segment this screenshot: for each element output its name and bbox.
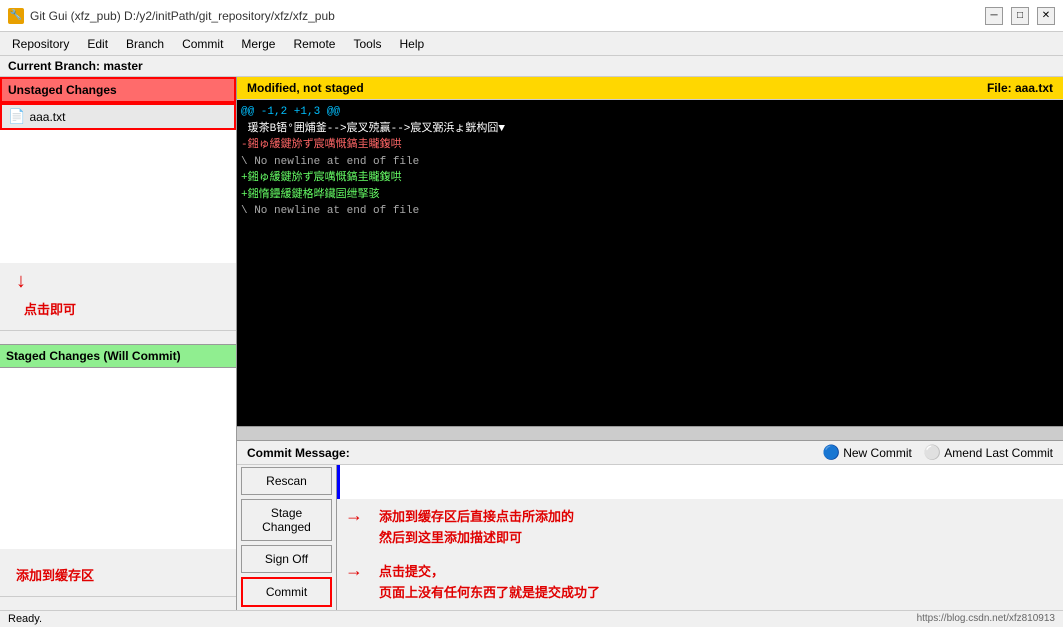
diff-filename: File: aaa.txt: [987, 81, 1053, 95]
menu-help[interactable]: Help: [391, 35, 432, 53]
diff-line-0: @@ -1,2 +1,3 @@: [241, 104, 1059, 121]
status-text: Ready.: [8, 613, 42, 625]
diff-area[interactable]: @@ -1,2 +1,3 @@ 瑗茶В铻°囲烳釜-->宸叉殑赢-->宸叉弻浜ょ皝…: [237, 100, 1063, 426]
menu-edit[interactable]: Edit: [79, 35, 116, 53]
arrow-down-icon: ↓: [16, 271, 228, 291]
commit-annotations: → 添加到缓存区后直接点击所添加的 然后到这里添加描述即可: [337, 499, 1063, 557]
annotation-click-container: ↓ 点击即可: [0, 263, 236, 330]
menu-remote[interactable]: Remote: [285, 35, 343, 53]
amend-commit-option[interactable]: ⚪ Amend Last Commit: [924, 444, 1053, 461]
menu-branch[interactable]: Branch: [118, 35, 172, 53]
app-icon: 🔧: [8, 8, 24, 24]
menu-tools[interactable]: Tools: [345, 35, 389, 53]
staged-file-list[interactable]: [0, 368, 236, 550]
diff-hscroll[interactable]: [237, 426, 1063, 440]
commit-message-header: Commit Message: 🔵 New Commit ⚪ Amend Las…: [237, 441, 1063, 465]
rescan-button[interactable]: Rescan: [241, 467, 332, 495]
unstaged-file-list[interactable]: 📄 aaa.txt: [0, 103, 236, 263]
titlebar-left: 🔧 Git Gui (xfz_pub) D:/y2/initPath/git_r…: [8, 8, 335, 24]
commit-area: Commit Message: 🔵 New Commit ⚪ Amend Las…: [237, 440, 1063, 610]
left-panel: Unstaged Changes 📄 aaa.txt ↓ 点击即可 Staged…: [0, 77, 237, 610]
stage-changed-button[interactable]: Stage Changed: [241, 499, 332, 541]
unstaged-hscroll[interactable]: [0, 330, 236, 344]
diff-line-6: \ No newline at end of file: [241, 203, 1059, 220]
arrow-commit-icon: →: [345, 560, 363, 581]
minimize-button[interactable]: ─: [985, 7, 1003, 25]
new-commit-option[interactable]: 🔵 New Commit: [823, 444, 912, 461]
arrow-stage-icon: →: [345, 505, 363, 526]
statusbar: Ready. https://blog.csdn.net/xfz810913: [0, 610, 1063, 627]
amend-commit-radio[interactable]: ⚪: [924, 444, 941, 461]
annotation-click: 点击即可: [16, 291, 228, 326]
branch-bar: Current Branch: master: [0, 56, 1063, 77]
statusbar-url: https://blog.csdn.net/xfz810913: [917, 613, 1055, 625]
amend-commit-label: Amend Last Commit: [944, 446, 1053, 460]
new-commit-label: New Commit: [843, 446, 912, 460]
commit-annotations-2: → 点击提交， 页面上没有任何东西了就是提交成功了: [337, 556, 1063, 610]
commit-textarea-area: → 添加到缓存区后直接点击所添加的 然后到这里添加描述即可 → 点击提交， 页面…: [337, 465, 1063, 610]
unstaged-header: Unstaged Changes: [0, 77, 236, 103]
right-panel: Modified, not staged File: aaa.txt @@ -1…: [237, 77, 1063, 610]
commit-bottom: Rescan Stage Changed Sign Off Commit Pus…: [237, 465, 1063, 610]
unstaged-section: Unstaged Changes 📄 aaa.txt ↓ 点击即可: [0, 77, 236, 344]
commit-button[interactable]: Commit: [241, 577, 332, 607]
annotation-commit-text: 点击提交， 页面上没有任何东西了就是提交成功了: [371, 558, 608, 608]
unstaged-filename: aaa.txt: [29, 110, 65, 124]
menu-repository[interactable]: Repository: [4, 35, 77, 53]
commit-buttons: Rescan Stage Changed Sign Off Commit Pus…: [237, 465, 337, 610]
titlebar-controls: ─ □ ✕: [985, 7, 1055, 25]
new-commit-radio[interactable]: 🔵: [823, 444, 840, 461]
close-button[interactable]: ✕: [1037, 7, 1055, 25]
staged-section: Staged Changes (Will Commit) 添加到缓存区: [0, 344, 236, 611]
annotation-add: 添加到缓存区: [8, 557, 228, 592]
titlebar: 🔧 Git Gui (xfz_pub) D:/y2/initPath/git_r…: [0, 0, 1063, 32]
staged-hscroll[interactable]: [0, 596, 236, 610]
main-content: Unstaged Changes 📄 aaa.txt ↓ 点击即可 Staged…: [0, 77, 1063, 610]
commit-radio-group: 🔵 New Commit ⚪ Amend Last Commit: [823, 444, 1053, 461]
menu-merge[interactable]: Merge: [233, 35, 283, 53]
commit-message-label: Commit Message:: [247, 446, 350, 460]
diff-status: Modified, not staged: [247, 81, 364, 95]
diff-line-1: 瑗茶В铻°囲烳釜-->宸叉殑赢-->宸叉弻浜ょ皝构囧▼: [241, 121, 1059, 138]
diff-line-3: \ No newline at end of file: [241, 154, 1059, 171]
staged-annotation-container: 添加到缓存区: [0, 549, 236, 596]
titlebar-title: Git Gui (xfz_pub) D:/y2/initPath/git_rep…: [30, 9, 335, 23]
menu-commit[interactable]: Commit: [174, 35, 231, 53]
diff-line-4: +鎺ゅ緩鍵旀ず宸噧慨鎬圭矓鍑哄: [241, 170, 1059, 187]
unstaged-file-item[interactable]: 📄 aaa.txt: [0, 103, 236, 130]
sign-off-button[interactable]: Sign Off: [241, 545, 332, 573]
diff-line-2: -鎺ゅ緩鍵旀ず宸噧慨鎬圭矓鍑哄: [241, 137, 1059, 154]
diff-line-5: +鎺惰鑸緩鍵格晔鑶囩绁掔骇: [241, 187, 1059, 204]
annotation-stage-text: 添加到缓存区后直接点击所添加的 然后到这里添加描述即可: [371, 503, 582, 553]
current-branch-label: Current Branch: master: [8, 59, 143, 73]
diff-header: Modified, not staged File: aaa.txt: [237, 77, 1063, 100]
menubar: Repository Edit Branch Commit Merge Remo…: [0, 32, 1063, 56]
file-icon: 📄: [8, 108, 25, 125]
staged-header: Staged Changes (Will Commit): [0, 345, 236, 368]
maximize-button[interactable]: □: [1011, 7, 1029, 25]
commit-message-input[interactable]: [337, 465, 1063, 499]
